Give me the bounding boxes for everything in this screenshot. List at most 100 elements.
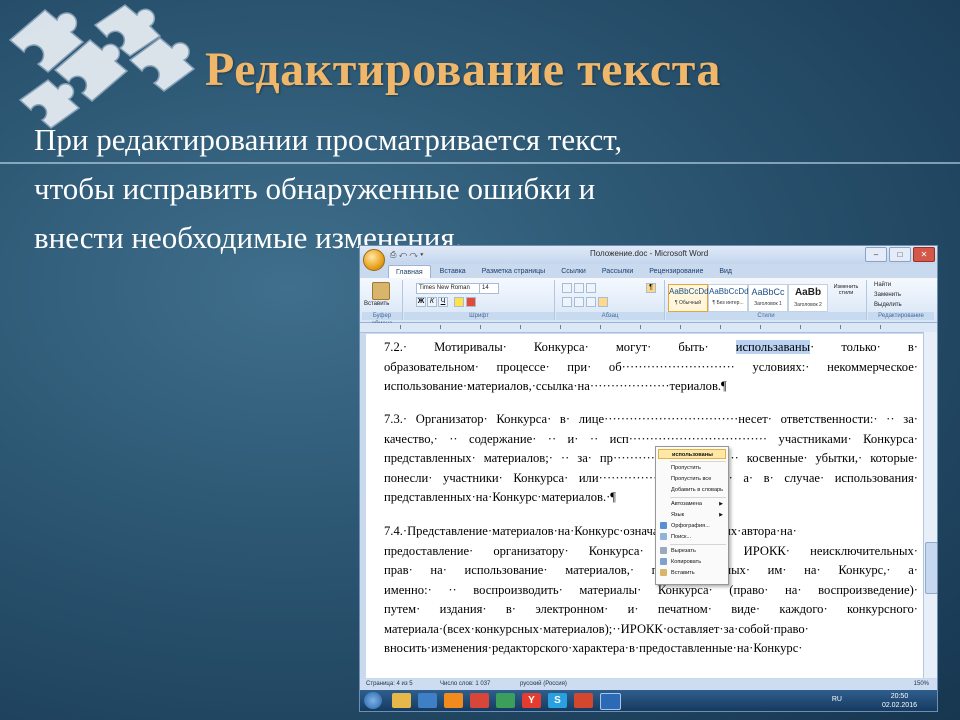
multilevel-list-icon[interactable] (586, 283, 596, 293)
group-label: Редактирование (868, 312, 934, 320)
menu-item-ignore-all[interactable]: Пропустить все (658, 474, 726, 484)
justify-icon[interactable] (598, 297, 608, 307)
document-page[interactable]: 7.2.· Мотиривалы· Конкурса· могут· быть·… (366, 334, 923, 678)
document-line: представленных·на·Конкурс·материалов.·¶ (384, 490, 616, 504)
style-heading-1[interactable]: AaBbCc Заголовок 1 (748, 284, 788, 312)
paste-icon[interactable] (372, 282, 390, 300)
chrome-icon[interactable] (496, 693, 515, 708)
document-line: материала·(всех·конкурсных·материалов);·… (384, 621, 809, 636)
tab-view[interactable]: Вид (712, 265, 739, 278)
paragraph-group: ¶ Абзац (556, 280, 665, 320)
style-sample: AaBbCcDd (709, 287, 749, 296)
style-normal[interactable]: AaBbCcDd ¶ Обычный (668, 284, 709, 312)
document-line: вносить·изменения·редакторского·характер… (384, 641, 803, 655)
close-button[interactable]: ✕ (913, 247, 935, 262)
editing-group: Найти Заменить Выделить Редактирование (868, 280, 934, 320)
windows-taskbar: Y S RU 20:50 02.02.2016 (360, 690, 937, 711)
document-line: использование·материалов,·ссылка·на·····… (384, 379, 727, 393)
menu-item-ignore[interactable]: Пропустить (658, 463, 726, 473)
cut-icon (660, 547, 667, 554)
scroll-thumb[interactable] (925, 542, 937, 594)
tab-insert[interactable]: Вставка (433, 265, 473, 278)
quick-access-toolbar[interactable]: ⎙ ↶ ↷ ▾ (390, 250, 424, 260)
align-right-icon[interactable] (586, 297, 596, 307)
italic-button[interactable]: К (427, 297, 437, 307)
menu-item-spelling[interactable]: Орфография... (658, 521, 726, 531)
select-button[interactable]: Выделить (874, 302, 902, 308)
document-line: прав· на· использование· материалов,· пр… (384, 563, 918, 577)
app-icon[interactable] (470, 693, 489, 708)
spelling-icon (660, 522, 667, 529)
copy-icon (660, 558, 667, 565)
media-icon[interactable] (444, 693, 463, 708)
spelling-context-menu: использованы Пропустить Пропустить все Д… (655, 446, 729, 585)
document-line: 7.4.·Представление·материалов·на·Конкурс… (384, 524, 797, 538)
menu-item-lookup[interactable]: Поиск... (658, 532, 726, 542)
paste-button[interactable]: Вставить (364, 301, 389, 307)
misspelled-word[interactable]: использаваны (735, 340, 811, 354)
office-button-icon[interactable] (363, 249, 385, 271)
word-taskbar-icon[interactable] (600, 693, 621, 710)
page-indicator[interactable]: Страница: 4 из 5 (366, 681, 413, 687)
styles-group: AaBbCcDd ¶ Обычный AaBbCcDd ¶ Без интер.… (666, 280, 867, 320)
highlight-color-button[interactable] (454, 297, 464, 307)
skype-icon[interactable]: S (548, 693, 567, 708)
font-color-button[interactable] (466, 297, 476, 307)
lookup-icon (660, 533, 667, 540)
tab-references[interactable]: Ссылки (554, 265, 593, 278)
language-indicator[interactable]: русский (Россия) (520, 681, 567, 687)
tab-page-layout[interactable]: Разметка страницы (475, 265, 553, 278)
powerpoint-icon[interactable] (574, 693, 593, 708)
document-line: понесли· участники· Конкурса· или·······… (384, 470, 918, 485)
paragraph: 7.3.· Организатор· Конкурса· в· лице····… (384, 410, 918, 508)
change-styles-button[interactable]: Изменить стили (830, 284, 862, 296)
bold-button[interactable]: Ж (416, 297, 426, 307)
taskbar-clock[interactable]: 20:50 02.02.2016 (882, 692, 917, 710)
minimize-button[interactable]: – (865, 247, 887, 262)
start-button-icon[interactable] (364, 692, 382, 709)
tab-review[interactable]: Рецензирование (642, 265, 710, 278)
align-center-icon[interactable] (574, 297, 584, 307)
explorer-icon[interactable] (392, 693, 411, 708)
style-sample: AaBb (794, 287, 822, 298)
replace-button[interactable]: Заменить (874, 292, 901, 298)
document-line: представленных· материалов;· ·· за· пр··… (384, 451, 918, 465)
menu-item-cut[interactable]: Вырезать (658, 546, 726, 556)
underline-button[interactable]: Ч (438, 297, 448, 307)
font-size-select[interactable]: 14 (479, 283, 499, 294)
numbering-icon[interactable] (574, 283, 584, 293)
menu-item-copy[interactable]: Копировать (658, 557, 726, 567)
style-heading-2[interactable]: AaBb Заголовок 2 (788, 284, 828, 312)
font-name-select[interactable]: Times New Roman (416, 283, 480, 294)
paragraph: 7.4.·Представление·материалов·на·Конкурс… (384, 522, 918, 659)
show-marks-icon[interactable]: ¶ (646, 283, 656, 293)
style-sample: AaBbCc (751, 287, 785, 297)
find-button[interactable]: Найти (874, 282, 891, 288)
group-label: Абзац (556, 312, 664, 320)
language-indicator[interactable]: RU (832, 696, 842, 703)
submenu-arrow-icon: ▶ (719, 512, 723, 518)
vertical-scrollbar[interactable] (923, 332, 937, 678)
document-line: предоставление· организатору· Конкурса· … (384, 543, 918, 558)
slide-body-line: При редактировании просматривается текст… (34, 122, 623, 157)
horizontal-ruler[interactable] (360, 323, 937, 333)
bullets-icon[interactable] (562, 283, 572, 293)
menu-item-autocorrect[interactable]: Автозамена ▶ (658, 499, 726, 509)
menu-item-language[interactable]: Язык ▶ (658, 510, 726, 520)
word-count[interactable]: Число слов: 1 037 (440, 681, 490, 687)
maximize-button[interactable]: □ (889, 247, 911, 262)
tab-home[interactable]: Главная (388, 265, 431, 279)
tab-mailings[interactable]: Рассылки (595, 265, 640, 278)
menu-item-add-to-dictionary[interactable]: Добавить в словарь (658, 485, 726, 495)
zoom-level[interactable]: 150% (914, 681, 929, 687)
suggestion-item[interactable]: использованы (658, 449, 726, 459)
document-line: 7.3.· Организатор· Конкурса· в· лице····… (384, 412, 918, 426)
ribbon-tabs: Главная Вставка Разметка страницы Ссылки… (388, 265, 739, 279)
align-left-icon[interactable] (562, 297, 572, 307)
menu-item-paste[interactable]: Вставить (658, 568, 726, 578)
document-line: 7.2.· Мотиривалы· Конкурса· могут· быть·… (384, 340, 918, 354)
slide-body: При редактировании просматривается текст… (34, 115, 914, 262)
ie-icon[interactable] (418, 693, 437, 708)
yandex-icon[interactable]: Y (522, 693, 541, 708)
style-no-spacing[interactable]: AaBbCcDd ¶ Без интер... (708, 284, 749, 312)
